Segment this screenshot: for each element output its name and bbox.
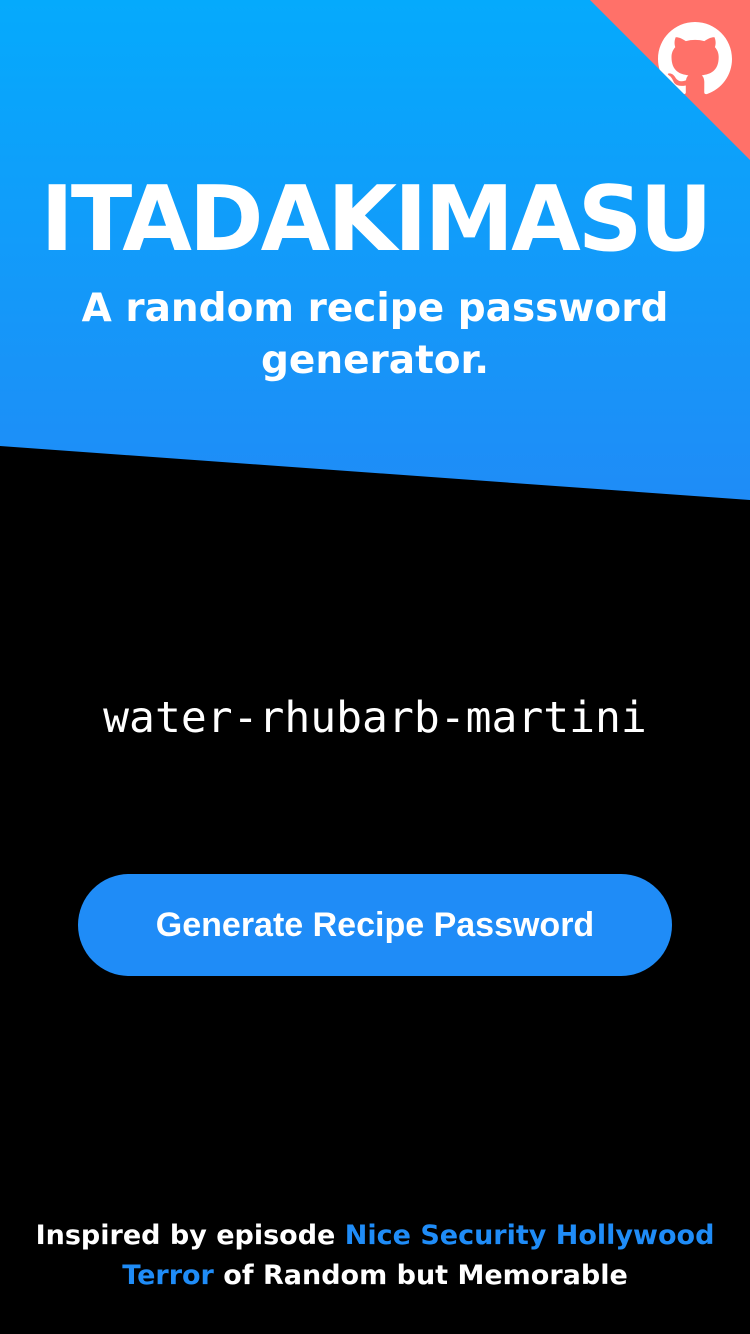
- page-title: ITADAKIMASU: [40, 167, 712, 272]
- page: ITADAKIMASU A random recipe password gen…: [0, 0, 750, 1334]
- footer-prefix: Inspired by episode: [35, 1220, 345, 1251]
- generate-password-button[interactable]: Generate Recipe Password: [78, 874, 672, 976]
- footer-credit: Inspired by episode Nice Security Hollyw…: [20, 1216, 730, 1296]
- generated-password: water-rhubarb-martini: [103, 693, 647, 743]
- page-subtitle: A random recipe password generator.: [81, 286, 669, 383]
- footer-suffix: of Random but Memorable: [213, 1260, 628, 1291]
